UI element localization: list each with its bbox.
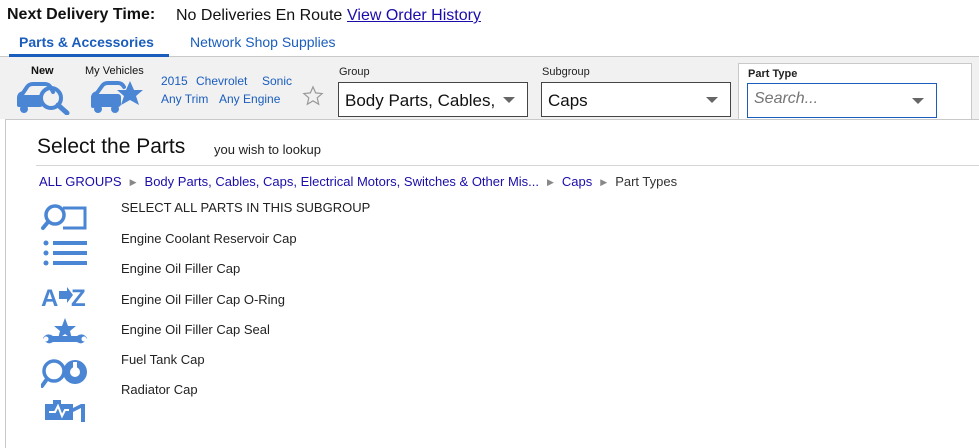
- tab-parts-accessories[interactable]: Parts & Accessories: [19, 34, 154, 50]
- part-type-select[interactable]: [747, 83, 937, 118]
- part-type-filter: Part Type: [738, 63, 972, 120]
- magnifier-part-icon[interactable]: [41, 202, 89, 232]
- chevron-down-icon: [503, 97, 515, 103]
- part-type-label: Part Type: [748, 68, 798, 80]
- delivery-bar: Next Delivery Time: No Deliveries En Rou…: [0, 0, 979, 30]
- list-icon[interactable]: [41, 240, 89, 270]
- tab-network-shop-supplies[interactable]: Network Shop Supplies: [190, 34, 336, 50]
- group-label: Group: [339, 66, 370, 78]
- tire-search-icon[interactable]: [41, 358, 89, 388]
- a-to-z-icon[interactable]: A Z: [41, 282, 89, 312]
- vehicle-make[interactable]: Chevrolet: [196, 74, 247, 88]
- vehicle-trim[interactable]: Any Trim: [161, 92, 208, 106]
- part-type-search-input[interactable]: [754, 90, 904, 108]
- next-delivery-label: Next Delivery Time:: [7, 6, 156, 23]
- list-item[interactable]: Radiator Cap: [121, 382, 198, 397]
- subgroup-label: Subgroup: [542, 66, 590, 78]
- breadcrumb-group[interactable]: Body Parts, Cables, Caps, Electrical Mot…: [145, 174, 539, 189]
- favorite-star-icon[interactable]: [302, 85, 324, 107]
- list-item[interactable]: Engine Oil Filler Cap O-Ring: [121, 292, 285, 307]
- group-select[interactable]: Body Parts, Cables,: [338, 82, 528, 117]
- breadcrumb-arrow-icon: ▶: [547, 177, 554, 187]
- new-vehicle-search-icon[interactable]: [15, 79, 71, 115]
- subgroup-select-value: Caps: [548, 91, 588, 110]
- breadcrumb-all-groups[interactable]: ALL GROUPS: [39, 174, 122, 189]
- list-item[interactable]: Engine Coolant Reservoir Cap: [121, 231, 297, 246]
- my-vehicles-icon[interactable]: [90, 79, 144, 115]
- group-select-value: Body Parts, Cables,: [345, 91, 496, 110]
- breadcrumb-current: Part Types: [615, 174, 678, 189]
- subgroup-select[interactable]: Caps: [541, 82, 731, 117]
- list-item[interactable]: Engine Oil Filler Cap: [121, 261, 240, 276]
- page-subtitle: you wish to lookup: [214, 142, 321, 157]
- view-order-history-link[interactable]: View Order History: [347, 7, 481, 25]
- breadcrumb-arrow-icon: ▶: [600, 177, 608, 187]
- breadcrumb: ALL GROUPS ▶ Body Parts, Cables, Caps, Ele…: [39, 174, 677, 189]
- divider: [36, 165, 979, 166]
- my-vehicles-label: My Vehicles: [85, 65, 144, 77]
- vehicle-model[interactable]: Sonic: [262, 74, 292, 88]
- next-delivery-value: No Deliveries En Route: [176, 7, 343, 24]
- list-item[interactable]: Fuel Tank Cap: [121, 352, 205, 367]
- main-tabs: Parts & Accessories Network Shop Supplie…: [0, 30, 979, 57]
- subgroup-filter: Subgroup Caps: [534, 62, 739, 119]
- star-wrench-icon[interactable]: [41, 318, 89, 348]
- svg-text:Z: Z: [71, 285, 86, 312]
- vehicle-engine[interactable]: Any Engine: [219, 92, 280, 106]
- parts-panel: Select the Parts you wish to lookup ALL …: [5, 119, 979, 448]
- breadcrumb-arrow-icon: ▶: [129, 177, 137, 187]
- vehicle-year[interactable]: 2015: [161, 74, 188, 88]
- chevron-down-icon[interactable]: [912, 98, 924, 104]
- chevron-down-icon: [706, 97, 718, 103]
- select-all-parts[interactable]: SELECT ALL PARTS IN THIS SUBGROUP: [121, 200, 370, 215]
- svg-text:A: A: [41, 285, 58, 312]
- new-vehicle-label: New: [31, 65, 54, 77]
- engine-diagnostic-icon[interactable]: [41, 398, 89, 428]
- breadcrumb-subgroup[interactable]: Caps: [562, 174, 592, 189]
- group-filter: Group Body Parts, Cables,: [331, 62, 536, 119]
- page-title: Select the Parts: [37, 135, 186, 158]
- list-item[interactable]: Engine Oil Filler Cap Seal: [121, 322, 270, 337]
